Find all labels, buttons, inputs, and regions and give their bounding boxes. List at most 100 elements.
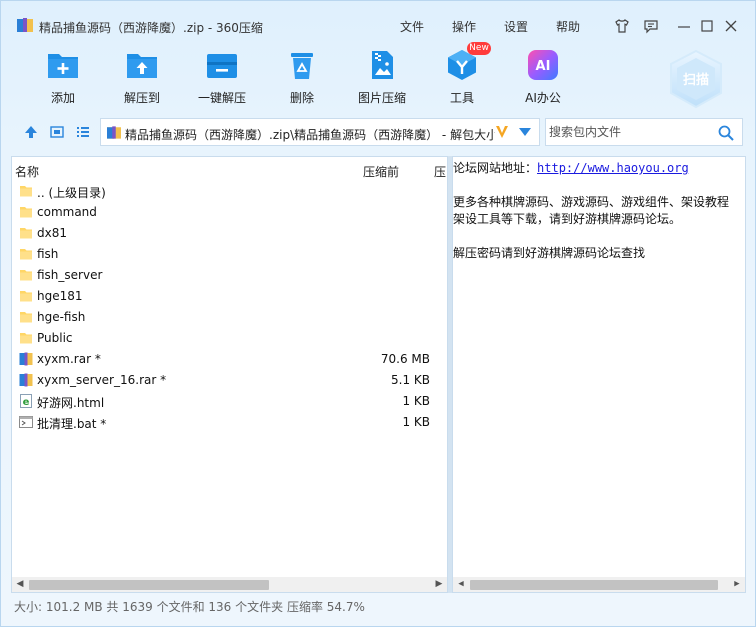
file-size: 1 KB bbox=[402, 415, 430, 429]
ai-office-button[interactable]: AI AI办公 bbox=[513, 49, 573, 109]
scroll-right-arrow-icon[interactable]: ▶ bbox=[731, 578, 743, 591]
address-path: 精品捕鱼源码（西游降魔）.zip\精品捕鱼源码（西游降魔） - 解包大小为 21… bbox=[125, 128, 495, 142]
title-bar: 精品捕鱼源码（西游降魔）.zip - 360压缩 文件 操作 设置 帮助 bbox=[1, 1, 755, 37]
search-box bbox=[545, 118, 743, 146]
archive-comment-pane: 论坛网站地址：http://www.haoyou.org 更多各种棋牌源码、游戏… bbox=[452, 156, 746, 593]
menu-help[interactable]: 帮助 bbox=[556, 18, 580, 35]
comment-line-3: 架设工具等下载，请到好游棋牌源码论坛。 bbox=[453, 212, 682, 226]
file-row[interactable]: hge-fish bbox=[13, 307, 446, 328]
scan-label: 扫描 bbox=[683, 72, 709, 88]
rar-archive-icon bbox=[19, 373, 33, 387]
image-compress-button[interactable]: 图片压缩 bbox=[352, 49, 412, 109]
extract-folder-icon bbox=[127, 54, 157, 78]
file-name: 好游网.html bbox=[37, 396, 105, 410]
file-row[interactable]: fish_server bbox=[13, 265, 446, 286]
file-size: 1 KB bbox=[402, 394, 430, 408]
file-name: command bbox=[37, 205, 97, 219]
comment-line-4: 解压密码请到好游棋牌源码论坛查找 bbox=[453, 246, 646, 260]
add-folder-icon bbox=[48, 54, 78, 78]
file-row[interactable]: xyxm.rar * 70.6 MB bbox=[13, 349, 446, 370]
feedback-icon[interactable] bbox=[643, 18, 659, 34]
menu-settings[interactable]: 设置 bbox=[504, 18, 528, 35]
folder-icon bbox=[19, 310, 33, 324]
address-bar[interactable]: 精品捕鱼源码（西游降魔）.zip\精品捕鱼源码（西游降魔） - 解包大小为 21… bbox=[100, 118, 540, 146]
file-row[interactable]: .. (上级目录) bbox=[13, 181, 446, 202]
folder-icon bbox=[19, 184, 33, 198]
zip-archive-icon bbox=[17, 18, 33, 32]
new-badge: New bbox=[467, 42, 491, 55]
extract-to-button[interactable]: 解压到 bbox=[112, 49, 172, 109]
up-arrow-icon[interactable] bbox=[24, 125, 38, 139]
file-size: 70.6 MB bbox=[380, 352, 430, 366]
file-list-hscrollbar[interactable]: ◀ ▶ bbox=[12, 577, 447, 592]
tools-button[interactable]: 工具 bbox=[432, 49, 492, 109]
forum-link[interactable]: http://www.haoyou.org bbox=[537, 161, 689, 175]
maximize-icon[interactable] bbox=[699, 18, 715, 34]
folder-icon bbox=[19, 226, 33, 240]
scroll-right-arrow-icon[interactable]: ▶ bbox=[433, 578, 445, 591]
comment-hscrollbar[interactable]: ◀ ▶ bbox=[453, 577, 745, 592]
search-input[interactable] bbox=[547, 120, 709, 144]
one-click-extract-label: 一键解压 bbox=[197, 91, 246, 105]
status-bar: 大小: 101.2 MB 共 1639 个文件和 136 个文件夹 压缩率 54… bbox=[14, 600, 365, 614]
window-title: 精品捕鱼源码（西游降魔）.zip - 360压缩 bbox=[39, 21, 263, 35]
file-row[interactable]: command bbox=[13, 202, 446, 223]
add-button[interactable]: 添加 bbox=[33, 49, 93, 109]
add-label: 添加 bbox=[50, 91, 75, 105]
one-click-extract-icon bbox=[207, 54, 237, 78]
zip-archive-icon bbox=[107, 126, 121, 139]
scroll-thumb[interactable] bbox=[29, 580, 269, 590]
thumbnail-view-icon[interactable] bbox=[50, 125, 64, 139]
column-compressed[interactable]: 压 bbox=[434, 163, 446, 180]
folder-icon bbox=[19, 268, 33, 282]
tools-label: 工具 bbox=[449, 91, 474, 105]
one-click-extract-button[interactable]: 一键解压 bbox=[192, 49, 252, 109]
chevron-down-icon[interactable] bbox=[519, 128, 531, 136]
security-check-icon bbox=[496, 126, 508, 138]
list-view-icon[interactable] bbox=[76, 125, 90, 139]
ai-office-icon: AI bbox=[528, 50, 558, 80]
menu-file[interactable]: 文件 bbox=[400, 18, 424, 35]
file-row[interactable]: e 好游网.html 1 KB bbox=[13, 391, 446, 412]
scan-button[interactable]: 扫描 bbox=[666, 49, 726, 109]
ai-office-label: AI办公 bbox=[525, 91, 561, 105]
file-name: dx81 bbox=[37, 226, 67, 240]
rar-archive-icon bbox=[19, 352, 33, 366]
delete-label: 删除 bbox=[289, 91, 314, 105]
ai-icon-text: AI bbox=[536, 59, 551, 74]
file-name: xyxm.rar * bbox=[37, 352, 101, 366]
app-window: 精品捕鱼源码（西游降魔）.zip - 360压缩 文件 操作 设置 帮助 添加 … bbox=[0, 0, 756, 627]
file-size: 5.1 KB bbox=[391, 373, 430, 387]
image-compress-label: 图片压缩 bbox=[357, 91, 406, 105]
scroll-left-arrow-icon[interactable]: ◀ bbox=[14, 578, 26, 591]
skin-shirt-icon[interactable] bbox=[614, 18, 630, 34]
menu-operate[interactable]: 操作 bbox=[452, 18, 476, 35]
search-icon[interactable] bbox=[718, 125, 734, 141]
file-row[interactable]: Public bbox=[13, 328, 446, 349]
file-name: hge181 bbox=[37, 289, 83, 303]
file-name: .. (上级目录) bbox=[37, 186, 106, 200]
column-size[interactable]: 压缩前 bbox=[363, 163, 399, 180]
file-row[interactable]: hge181 bbox=[13, 286, 446, 307]
html-file-icon: e bbox=[19, 394, 33, 408]
file-row[interactable]: dx81 bbox=[13, 223, 446, 244]
forum-label: 论坛网站地址： bbox=[453, 161, 538, 175]
delete-button[interactable]: 删除 bbox=[272, 49, 332, 109]
file-name: Public bbox=[37, 331, 73, 345]
forum-line: 论坛网站地址：http://www.haoyou.org bbox=[453, 159, 689, 176]
close-icon[interactable] bbox=[723, 18, 739, 34]
file-name: fish_server bbox=[37, 268, 103, 282]
scroll-thumb[interactable] bbox=[470, 580, 718, 590]
file-name: hge-fish bbox=[37, 310, 86, 324]
svg-text:e: e bbox=[23, 397, 30, 408]
minimize-icon[interactable] bbox=[676, 18, 692, 34]
folder-icon bbox=[19, 247, 33, 261]
file-row[interactable]: fish bbox=[13, 244, 446, 265]
column-name[interactable]: 名称 bbox=[15, 163, 39, 180]
file-row[interactable]: 批清理.bat * 1 KB bbox=[13, 412, 446, 433]
file-name: 批清理.bat * bbox=[37, 417, 107, 431]
scroll-left-arrow-icon[interactable]: ◀ bbox=[455, 578, 467, 591]
image-compress-icon bbox=[372, 51, 393, 79]
file-row[interactable]: xyxm_server_16.rar * 5.1 KB bbox=[13, 370, 446, 391]
extract-to-label: 解压到 bbox=[123, 91, 160, 105]
